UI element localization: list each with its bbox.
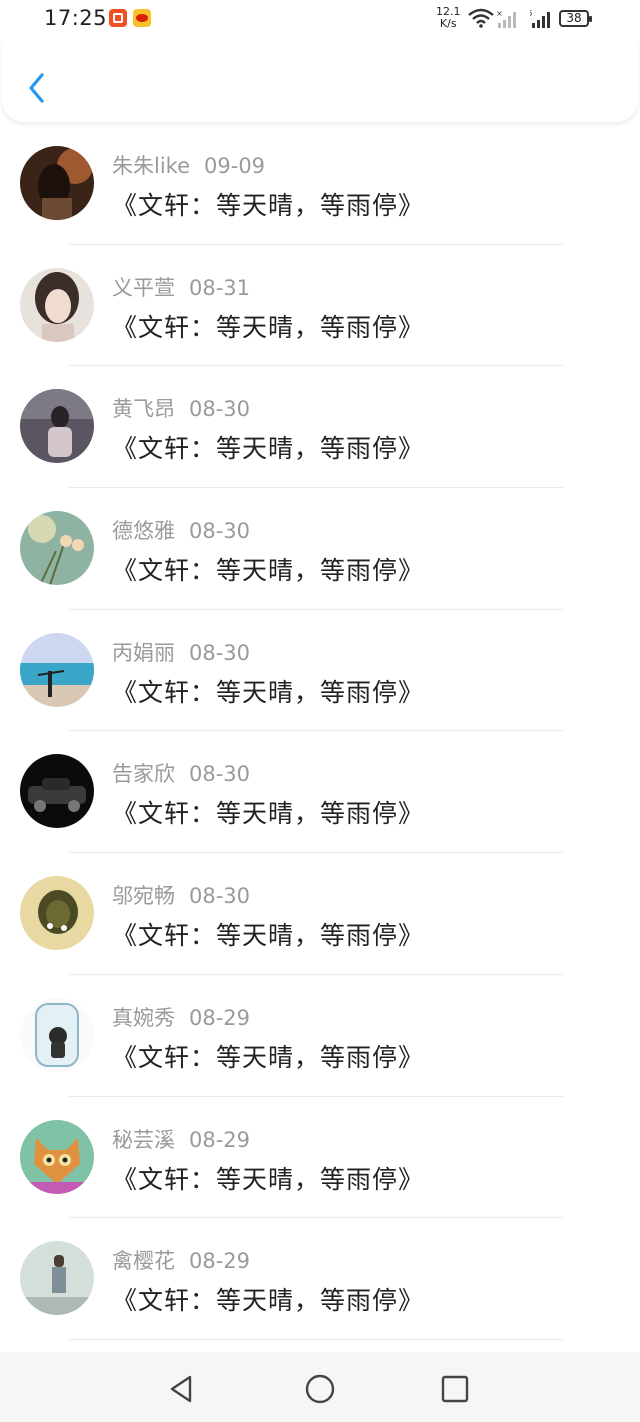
author-name: 义平萱 xyxy=(112,275,175,300)
item-title: 《文轩：等天晴，等雨停》 xyxy=(112,434,425,464)
list-item[interactable]: 丙娟丽 08-30 《文轩：等天晴，等雨停》 xyxy=(0,610,640,732)
avatar[interactable] xyxy=(20,1241,94,1316)
author-line: 邬宛畅 08-30 xyxy=(112,880,250,910)
list-item[interactable]: 禽樱花 08-29 《文轩：等天晴，等雨停》 xyxy=(0,1218,640,1340)
nav-recents-button[interactable] xyxy=(438,1372,472,1406)
item-title: 《文轩：等天晴，等雨停》 xyxy=(112,799,425,829)
avatar[interactable] xyxy=(20,876,94,951)
signal-strength-icon: 46 xyxy=(530,9,550,28)
back-button[interactable] xyxy=(24,70,52,106)
list-item[interactable]: 秘芸溪 08-29 《文轩：等天晴，等雨停》 xyxy=(0,1097,640,1219)
square-recent-icon xyxy=(441,1375,469,1403)
author-line: 真婉秀 08-29 xyxy=(112,1002,250,1032)
list-item[interactable]: 义平萱 08-31 《文轩：等天晴，等雨停》 xyxy=(0,245,640,367)
comment-date: 08-30 xyxy=(189,640,251,665)
comment-date: 08-29 xyxy=(189,1249,251,1274)
list-item[interactable]: 德悠雅 08-30 《文轩：等天晴，等雨停》 xyxy=(0,488,640,610)
author-line: 义平萱 08-31 xyxy=(112,272,250,302)
item-title: 《文轩：等天晴，等雨停》 xyxy=(112,1164,425,1194)
divider xyxy=(68,1338,564,1340)
avatar[interactable] xyxy=(20,146,94,220)
item-title: 《文轩：等天晴，等雨停》 xyxy=(112,677,425,707)
weibo-notification-icon xyxy=(133,9,151,27)
item-title: 《文轩：等天晴，等雨停》 xyxy=(112,1286,425,1316)
network-type-label: 46 xyxy=(530,9,532,18)
list-item[interactable]: 邬宛畅 08-30 《文轩：等天晴，等雨停》 xyxy=(0,853,640,975)
triangle-back-icon xyxy=(170,1375,192,1403)
author-name: 德悠雅 xyxy=(112,519,175,544)
item-title: 《文轩：等天晴，等雨停》 xyxy=(112,1042,425,1072)
author-name: 邬宛畅 xyxy=(112,884,175,909)
author-name: 丙娟丽 xyxy=(112,640,175,665)
author-name: 真婉秀 xyxy=(112,1005,175,1030)
item-title: 《文轩：等天晴，等雨停》 xyxy=(112,191,425,220)
wifi-icon xyxy=(468,8,494,28)
list-item[interactable]: 告家欣 08-30 《文轩：等天晴，等雨停》 xyxy=(0,731,640,854)
avatar[interactable] xyxy=(20,997,94,1072)
list-item[interactable]: 朱朱like 09-09 《文轩：等天晴，等雨停》 xyxy=(0,123,640,245)
comment-date: 08-29 xyxy=(189,1127,251,1152)
author-line: 秘芸溪 08-29 xyxy=(112,1124,250,1154)
system-nav-bar xyxy=(0,1352,640,1422)
comment-date: 08-31 xyxy=(189,275,251,300)
comment-date: 08-29 xyxy=(189,1005,251,1030)
nav-back-button[interactable] xyxy=(166,1372,200,1406)
comment-date: 08-30 xyxy=(189,397,251,422)
avatar[interactable] xyxy=(20,754,94,829)
comment-list: 朱朱like 09-09 《文轩：等天晴，等雨停》 义平萱 08-31 《文轩：等天… xyxy=(0,123,640,1340)
author-name: 黄飞昂 xyxy=(112,397,175,422)
avatar[interactable] xyxy=(20,1119,94,1194)
item-title: 《文轩：等天晴，等雨停》 xyxy=(112,556,425,586)
signal-strength-icon: × xyxy=(496,9,516,28)
nav-header xyxy=(2,40,638,122)
author-line: 朱朱like 09-09 xyxy=(112,150,265,180)
app-notification-icon xyxy=(109,9,127,27)
author-line: 告家欣 08-30 xyxy=(112,758,250,788)
circle-home-icon xyxy=(305,1374,335,1404)
nav-home-button[interactable] xyxy=(303,1372,337,1406)
author-name: 朱朱like xyxy=(112,154,191,178)
author-name: 秘芸溪 xyxy=(112,1127,175,1152)
author-name: 告家欣 xyxy=(112,762,175,787)
avatar[interactable] xyxy=(20,511,94,586)
avatar[interactable] xyxy=(20,389,94,464)
author-line: 丙娟丽 08-30 xyxy=(112,637,250,667)
net-speed: 12.1 K/s xyxy=(436,6,461,30)
battery-icon: 38 xyxy=(559,10,592,27)
comment-date: 08-30 xyxy=(189,884,251,909)
author-line: 黄飞昂 08-30 xyxy=(112,393,250,423)
comment-date: 08-30 xyxy=(189,519,251,544)
status-time: 17:25 xyxy=(44,6,108,30)
item-title: 《文轩：等天晴，等雨停》 xyxy=(112,921,425,951)
chevron-left-icon xyxy=(29,73,44,103)
status-bar: 17:25 12.1 K/s × 46 38 xyxy=(0,0,640,40)
author-line: 德悠雅 08-30 xyxy=(112,515,250,545)
avatar[interactable] xyxy=(20,632,94,707)
author-name: 禽樱花 xyxy=(112,1249,175,1274)
avatar[interactable] xyxy=(20,267,94,342)
item-title: 《文轩：等天晴，等雨停》 xyxy=(112,312,425,342)
net-speed-unit: K/s xyxy=(439,17,457,30)
svg-text:×: × xyxy=(496,9,503,18)
list-item[interactable]: 真婉秀 08-29 《文轩：等天晴，等雨停》 xyxy=(0,975,640,1097)
list-item[interactable]: 黄飞昂 08-30 《文轩：等天晴，等雨停》 xyxy=(0,366,640,489)
comment-date: 09-09 xyxy=(204,154,266,178)
comment-date: 08-30 xyxy=(189,762,251,787)
author-line: 禽樱花 08-29 xyxy=(112,1245,250,1275)
